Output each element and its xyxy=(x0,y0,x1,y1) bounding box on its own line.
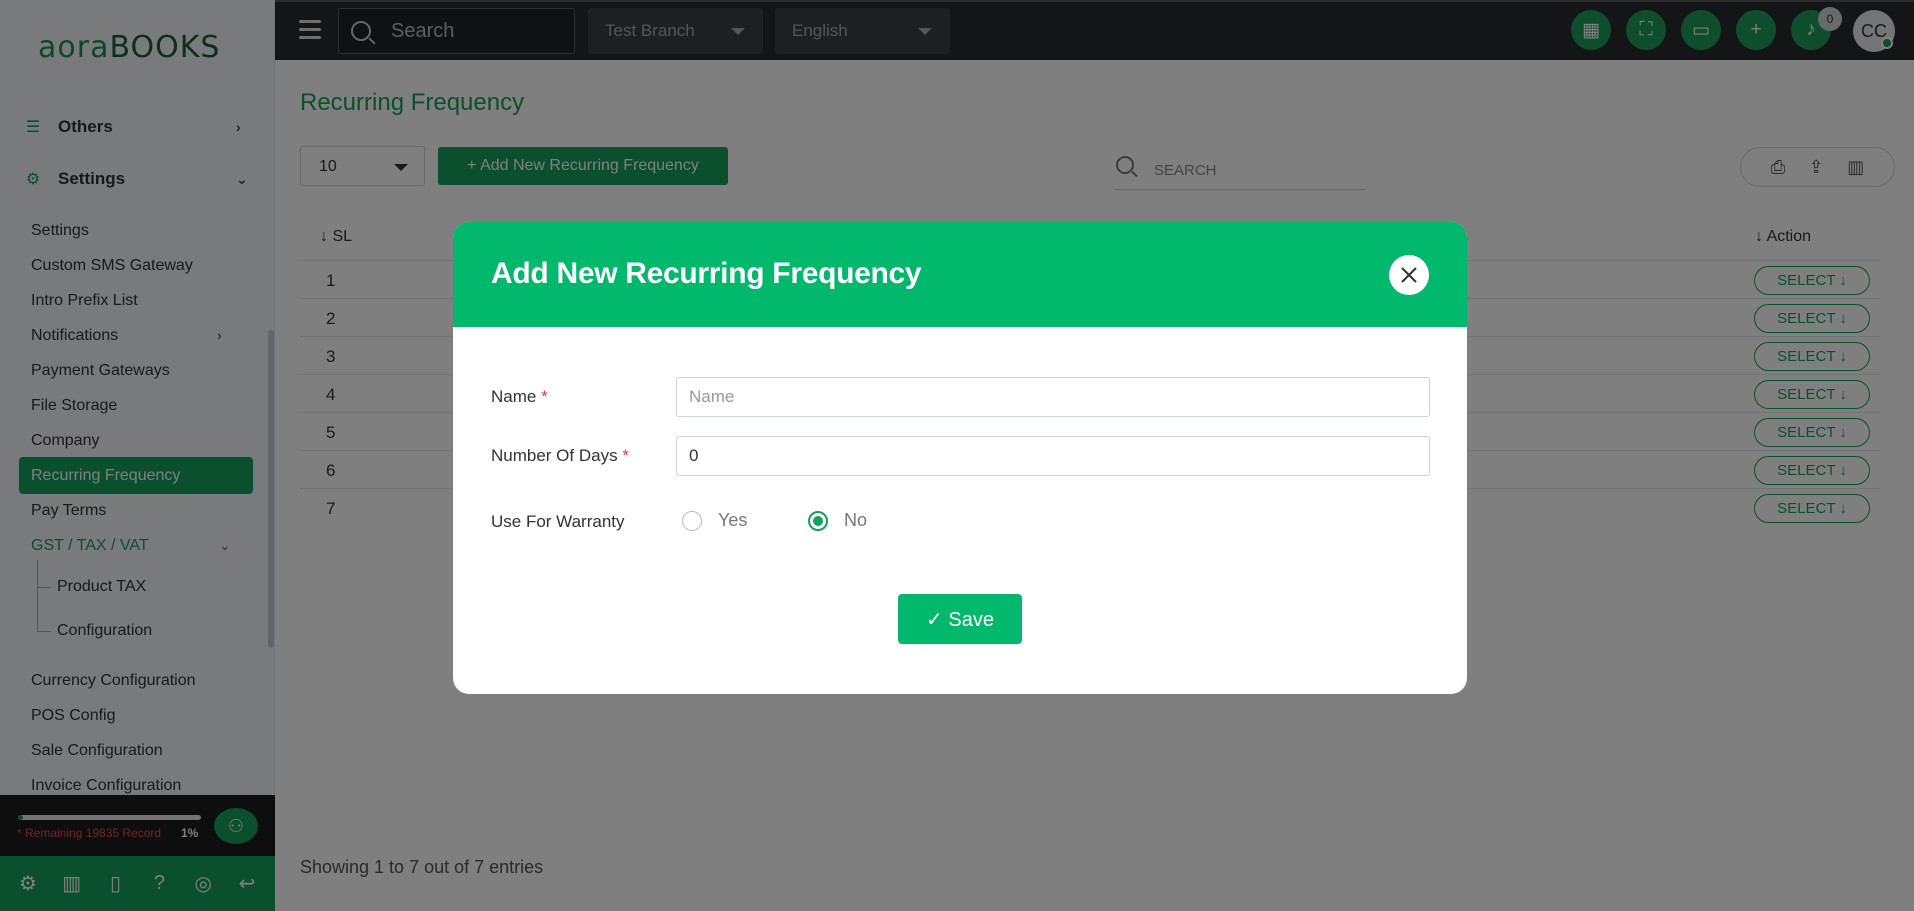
radio-checked-icon xyxy=(808,510,828,531)
close-button[interactable] xyxy=(1389,255,1429,295)
use-for-warranty-label: Use For Warranty xyxy=(491,512,625,531)
number-of-days-input[interactable] xyxy=(676,436,1430,476)
warranty-yes-radio[interactable]: Yes xyxy=(682,510,747,531)
required-mark: * xyxy=(541,387,548,406)
name-input[interactable] xyxy=(676,377,1430,417)
add-recurring-frequency-modal: Add New Recurring Frequency Name * Numbe… xyxy=(453,222,1467,694)
required-mark: * xyxy=(622,446,629,465)
warranty-no-radio[interactable]: No xyxy=(808,510,867,531)
modal-header: Add New Recurring Frequency xyxy=(453,222,1467,327)
modal-title: Add New Recurring Frequency xyxy=(491,257,922,290)
number-of-days-label: Number Of Days * xyxy=(491,446,629,465)
name-label: Name * xyxy=(491,387,548,406)
radio-unchecked-icon xyxy=(682,510,702,531)
close-icon xyxy=(1401,267,1417,283)
save-button[interactable]: ✓ Save xyxy=(898,594,1022,644)
